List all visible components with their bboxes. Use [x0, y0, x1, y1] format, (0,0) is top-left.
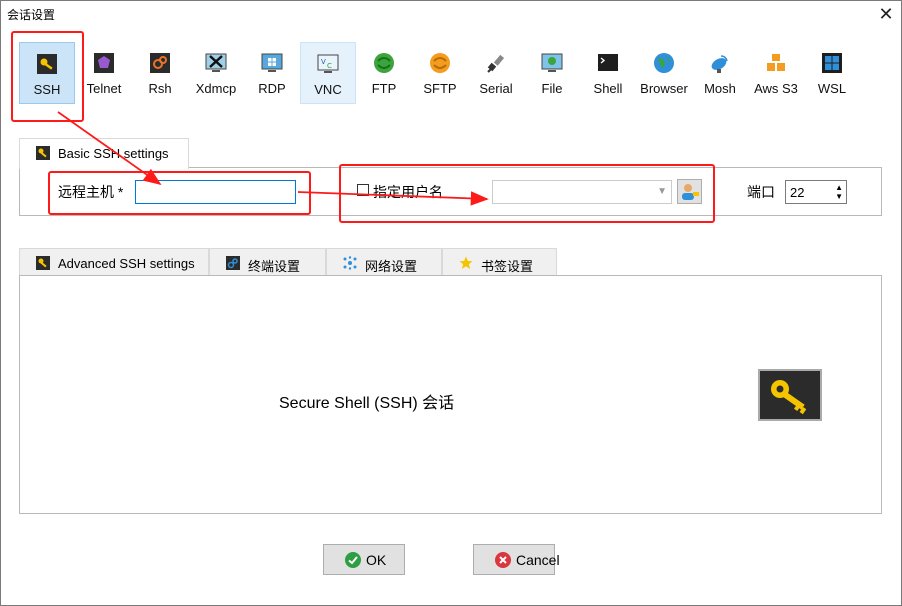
rdp-icon [261, 53, 283, 72]
serial-icon [487, 54, 505, 73]
svg-text:C: C [327, 62, 332, 70]
protocol-ssh[interactable]: SSH [19, 42, 75, 104]
ssh-key-large-icon [758, 369, 822, 421]
protocol-ftp[interactable]: FTP [356, 42, 412, 104]
tab-label: 终端设置 [248, 259, 301, 274]
protocol-wsl[interactable]: WSL [804, 42, 860, 104]
aws-s3-icon [767, 54, 785, 71]
ok-label: OK [366, 552, 387, 568]
tab-label: Basic SSH settings [58, 146, 169, 161]
terminal-icon [226, 256, 240, 270]
protocol-label: FTP [371, 81, 397, 96]
specify-username-checkbox[interactable] [357, 184, 369, 196]
window-title: 会话设置 [7, 8, 56, 22]
protocol-sftp[interactable]: SFTP [412, 42, 468, 104]
title-bar: 会话设置 ✕ [1, 1, 901, 27]
user-credentials-button[interactable] [677, 179, 702, 204]
protocol-rsh[interactable]: Rsh [132, 42, 188, 104]
star-icon [459, 256, 473, 269]
tab-advanced-ssh-settings[interactable]: Advanced SSH settings [19, 248, 209, 275]
remote-host-input[interactable] [135, 180, 296, 204]
cancel-label: Cancel [516, 552, 560, 568]
protocol-serial[interactable]: Serial [468, 42, 524, 104]
sftp-icon [430, 53, 450, 73]
protocol-label: Browser [640, 81, 688, 96]
tab-label: 网络设置 [365, 259, 418, 274]
protocol-vnc[interactable]: VC VNC [300, 42, 356, 104]
ssh-key-icon [37, 54, 57, 74]
tab-network-settings[interactable]: 网络设置 [326, 248, 442, 275]
protocol-mosh[interactable]: Mosh [692, 42, 748, 104]
protocol-xdmcp[interactable]: Xdmcp [188, 42, 244, 104]
protocol-label: Xdmcp [195, 81, 237, 96]
protocol-label: Rsh [148, 81, 172, 96]
file-icon [541, 53, 563, 72]
user-icon [682, 184, 699, 200]
protocol-label: File [541, 81, 563, 96]
protocol-label: Telnet [86, 81, 122, 96]
session-description: Secure Shell (SSH) 会话 [279, 395, 455, 412]
username-combo[interactable]: ▼ [492, 180, 672, 204]
chevron-down-icon: ▼ [657, 186, 667, 197]
rsh-icon [150, 53, 170, 73]
protocol-rdp[interactable]: RDP [244, 42, 300, 104]
browser-icon [654, 53, 674, 73]
protocol-label: SSH [33, 82, 61, 97]
ftp-icon [374, 53, 394, 73]
protocol-label: VNC [314, 82, 342, 97]
protocol-label: Mosh [704, 81, 736, 96]
network-icon [343, 256, 357, 270]
protocol-label: WSL [817, 81, 847, 96]
telnet-icon [94, 53, 114, 73]
cancel-button[interactable]: Cancel [473, 544, 560, 575]
protocol-shell[interactable]: Shell [580, 42, 636, 104]
spin-up-icon[interactable]: ▲ [835, 184, 843, 192]
protocol-telnet[interactable]: Telnet [76, 42, 132, 104]
port-label: 端口 [747, 184, 775, 200]
wrench-icon [36, 256, 50, 270]
protocol-label: RDP [258, 81, 286, 96]
port-stepper[interactable]: 22 ▲ ▼ [785, 180, 847, 204]
xdmcp-icon [205, 53, 227, 72]
tab-label: 书签设置 [481, 259, 534, 274]
protocol-label: SFTP [423, 81, 457, 96]
wrench-icon [36, 146, 50, 160]
checkmark-icon [345, 552, 361, 568]
protocol-file[interactable]: File [524, 42, 580, 104]
remote-host-label: 远程主机 * [58, 184, 124, 200]
tab-terminal-settings[interactable]: 终端设置 [209, 248, 326, 275]
protocol-label: Aws S3 [754, 81, 798, 96]
ok-button[interactable]: OK [323, 544, 405, 575]
tab-bookmark-settings[interactable]: 书签设置 [442, 248, 557, 275]
tab-basic-ssh-settings[interactable]: Basic SSH settings [19, 138, 189, 169]
spin-down-icon[interactable]: ▼ [835, 193, 843, 201]
wsl-icon [822, 53, 842, 73]
tab-label: Advanced SSH settings [58, 256, 195, 271]
svg-text:V: V [321, 58, 326, 66]
protocol-aws-s3[interactable]: Aws S3 [748, 42, 804, 104]
mosh-icon [711, 55, 728, 73]
protocol-label: Serial [479, 81, 513, 96]
port-value: 22 [790, 185, 805, 200]
vnc-icon: VC [317, 54, 339, 73]
specify-username-label: 指定用户名 [373, 184, 443, 200]
protocol-label: Shell [593, 81, 623, 96]
protocol-browser[interactable]: Browser [636, 42, 692, 104]
close-icon[interactable]: ✕ [875, 3, 897, 25]
shell-icon [598, 54, 618, 71]
cancel-icon [495, 552, 511, 568]
